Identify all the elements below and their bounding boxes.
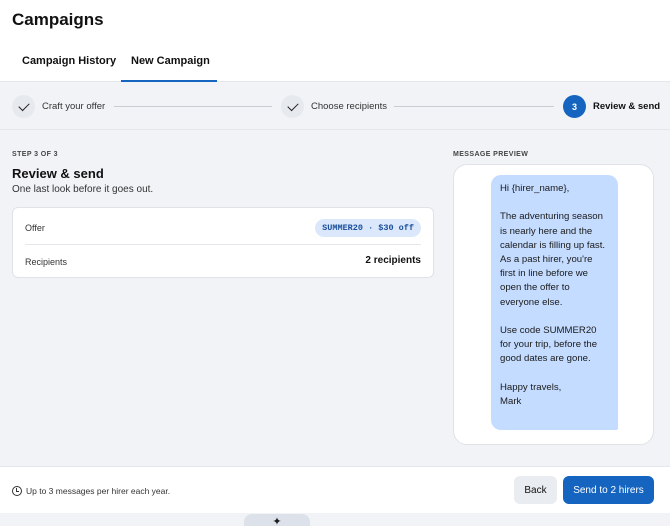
step-2-check-icon [281, 95, 304, 118]
step-connector [114, 106, 272, 107]
send-button[interactable]: Send to 2 hirers [563, 476, 654, 504]
footer-bar: Up to 3 messages per hirer each year. Ba… [0, 466, 670, 513]
message-bubble: Hi {hirer_name}, The adventuring season … [491, 175, 618, 430]
active-tab-indicator [121, 80, 217, 82]
assistant-dock[interactable]: ✦ [244, 514, 310, 526]
section-subtitle: One last look before it goes out. [12, 184, 154, 195]
step-2-label: Choose recipients [311, 101, 388, 112]
step-connector [394, 106, 554, 107]
step-1-label: Craft your offer [42, 101, 106, 112]
message-preview-label: MESSAGE PREVIEW [453, 151, 529, 158]
stepper: Craft your offer Choose recipients 3 Rev… [0, 83, 670, 130]
step-3-number: 3 [563, 95, 586, 118]
divider [25, 244, 421, 245]
page-header: Campaigns Campaign History New Campaign [0, 0, 670, 82]
step-meta: STEP 3 OF 3 [12, 151, 58, 158]
footer-note: Up to 3 messages per hirer each year. [26, 486, 171, 496]
recipients-value: 2 recipients [365, 255, 421, 266]
offer-label: Offer [25, 223, 45, 233]
recipients-label: Recipients [25, 257, 68, 267]
tab-new-campaign[interactable]: New Campaign [131, 55, 210, 67]
step-3-label: Review & send [593, 101, 661, 112]
section-title: Review & send [12, 166, 104, 181]
message-preview-frame: Hi {hirer_name}, The adventuring season … [453, 164, 654, 445]
clock-icon [12, 486, 22, 496]
review-summary-card: Offer SUMMER20 · $30 off Recipients 2 re… [12, 207, 434, 278]
step-1-check-icon [12, 95, 35, 118]
offer-code-badge: SUMMER20 · $30 off [315, 219, 421, 237]
sparkle-icon: ✦ [272, 515, 282, 526]
back-button[interactable]: Back [514, 476, 557, 504]
tab-campaign-history[interactable]: Campaign History [22, 55, 116, 67]
page-title: Campaigns [12, 10, 104, 29]
